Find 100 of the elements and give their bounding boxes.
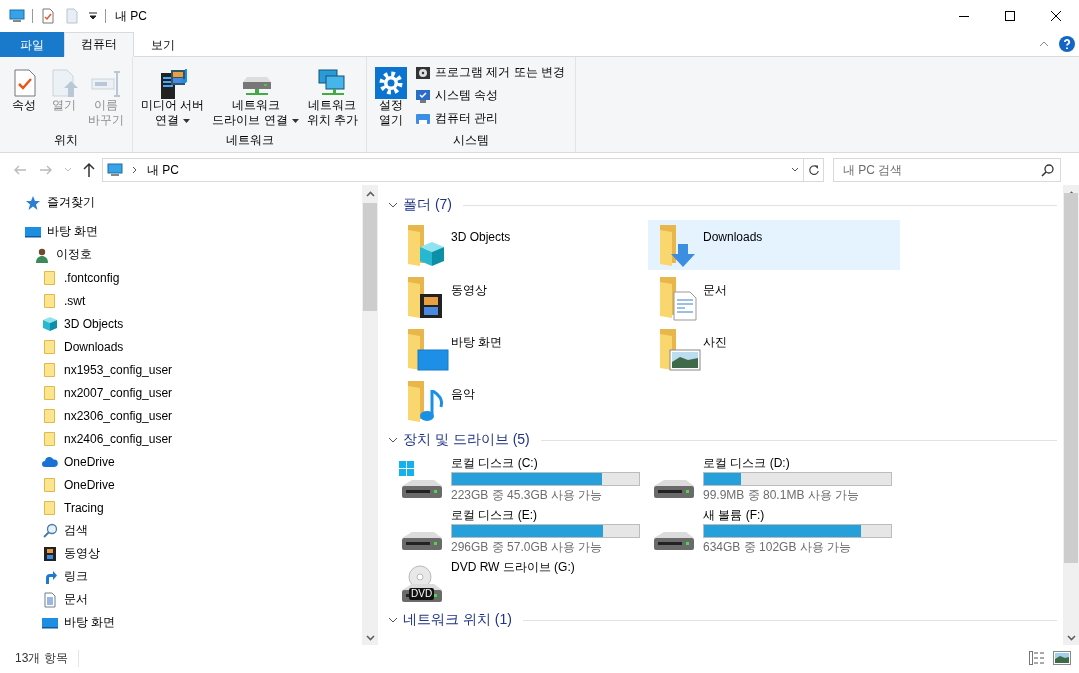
- search-icon[interactable]: [1041, 163, 1055, 177]
- tree-item[interactable]: 바탕 화면: [47, 223, 99, 240]
- scrollbar-thumb[interactable]: [363, 203, 377, 311]
- group-header[interactable]: 장치 및 드라이브 (5): [403, 431, 530, 449]
- refresh-button[interactable]: [804, 158, 824, 182]
- folder-icon: [42, 269, 58, 286]
- drive-type-label: DVD: [409, 588, 435, 600]
- folder-name[interactable]: 사진: [703, 324, 727, 351]
- tree-item[interactable]: 동영상: [64, 545, 100, 562]
- drive-name[interactable]: 로컬 디스크 (C:): [451, 456, 640, 471]
- caret-up-icon[interactable]: [1039, 41, 1049, 47]
- ribbon-button[interactable]: 속성: [4, 61, 44, 113]
- group-label: 시스템: [453, 133, 490, 147]
- folder-name[interactable]: 음악: [451, 376, 475, 403]
- chevron-up-icon[interactable]: [365, 191, 375, 197]
- computer-icon: [107, 162, 123, 178]
- chevron-down-icon[interactable]: [388, 617, 398, 623]
- drive-name[interactable]: 새 볼륨 (F:): [703, 508, 892, 523]
- tree-item[interactable]: 이정호: [55, 246, 92, 263]
- ribbon-button[interactable]: 시스템 속성: [415, 84, 572, 107]
- tree-item[interactable]: .swt: [64, 293, 86, 308]
- group-header[interactable]: 네트워크 위치 (1): [403, 611, 512, 629]
- monitor-check-icon: [415, 87, 432, 104]
- drive-name[interactable]: 로컬 디스크 (E:): [451, 508, 640, 523]
- tree-item[interactable]: nx2406_config_user: [64, 431, 173, 446]
- chevron-icon[interactable]: [131, 166, 139, 174]
- disc-box-icon: [415, 64, 432, 81]
- chevron-down-icon[interactable]: [365, 635, 375, 641]
- large-icons-view-icon[interactable]: [1053, 651, 1071, 665]
- desktop-folder-icon: [406, 326, 450, 374]
- scrollbar[interactable]: [362, 185, 378, 645]
- scrollbar[interactable]: [1063, 185, 1079, 645]
- star-icon: [25, 194, 41, 211]
- ribbon-button[interactable]: 프로그램 제거 또는 변경: [415, 61, 572, 84]
- folder-name[interactable]: 문서: [703, 272, 727, 299]
- group-label: 위치: [54, 133, 78, 147]
- chevron-down-icon[interactable]: [1066, 635, 1076, 641]
- help-icon[interactable]: [1059, 36, 1075, 52]
- folder-icon: [42, 338, 58, 355]
- tree-item[interactable]: 문서: [64, 591, 88, 608]
- ribbon-button[interactable]: 네트워크 드라이브 연결: [208, 61, 303, 128]
- folder-name[interactable]: Downloads: [703, 220, 763, 244]
- folder-tile[interactable]: Downloads: [648, 220, 900, 270]
- address-field[interactable]: 내 PC: [102, 158, 804, 182]
- folder-icon: [42, 430, 58, 447]
- tree-item[interactable]: 검색: [64, 522, 88, 539]
- tree-item[interactable]: 링크: [64, 568, 88, 585]
- folder-name[interactable]: 3D Objects: [451, 220, 511, 244]
- film-icon: [42, 545, 58, 562]
- tree-item[interactable]: nx1953_config_user: [64, 362, 173, 377]
- document-icon: [42, 591, 58, 608]
- folder-icon: [42, 292, 58, 309]
- tree-item[interactable]: nx2007_config_user: [64, 385, 173, 400]
- group-label: 네트워크: [225, 133, 274, 147]
- ribbon-button[interactable]: 설정 열기: [371, 61, 412, 128]
- tree-item[interactable]: 바탕 화면: [64, 614, 116, 631]
- computer-icon[interactable]: [9, 8, 25, 24]
- document-check-icon[interactable]: [40, 8, 56, 24]
- search-field[interactable]: 내 PC 검색: [833, 158, 1061, 182]
- dropdown-icon[interactable]: [791, 167, 799, 173]
- drive-capacity: 99.9MB 중 80.1MB 사용 가능: [703, 488, 861, 503]
- chevron-down-icon[interactable]: [388, 202, 398, 208]
- close-icon: [1050, 10, 1062, 22]
- tree-item[interactable]: Downloads: [64, 339, 124, 354]
- tree-item[interactable]: OneDrive: [64, 454, 115, 469]
- folder-name[interactable]: 바탕 화면: [451, 324, 503, 351]
- dropdown-icon[interactable]: [88, 11, 98, 21]
- ribbon-tab[interactable]: 파일: [0, 32, 64, 57]
- user-icon: [33, 246, 50, 263]
- settings-icon: [375, 67, 408, 99]
- tree-item[interactable]: Tracing: [64, 500, 104, 515]
- drive-capacity: 634GB 중 102GB 사용 가능: [703, 540, 853, 555]
- ribbon-button[interactable]: 미디어 서버 연결: [137, 61, 209, 128]
- tree-item[interactable]: .fontconfig: [64, 270, 120, 285]
- tree-item[interactable]: OneDrive: [64, 477, 115, 492]
- chevron-down-icon[interactable]: [388, 437, 398, 443]
- ribbon-button[interactable]: 컴퓨터 관리: [415, 107, 572, 130]
- refresh-icon: [807, 164, 820, 176]
- breadcrumb[interactable]: 내 PC: [147, 161, 179, 179]
- tree-item[interactable]: nx2306_config_user: [64, 408, 173, 423]
- details-view-icon[interactable]: [1029, 651, 1045, 665]
- drive-name[interactable]: DVD RW 드라이브 (G:): [451, 560, 575, 575]
- folder-icon: [42, 499, 58, 516]
- item-count: 13개 항목: [15, 649, 79, 667]
- ribbon-tab[interactable]: 보기: [134, 32, 192, 57]
- ribbon-tab[interactable]: 컴퓨터: [64, 32, 134, 57]
- tree-item[interactable]: 즐겨찾기: [47, 194, 95, 211]
- folder-icon: [42, 407, 58, 424]
- ribbon-button[interactable]: 네트워크 위치 추가: [302, 61, 363, 128]
- drive-name[interactable]: 로컬 디스크 (D:): [703, 456, 892, 471]
- folder-icon: [42, 476, 58, 493]
- scrollbar-thumb[interactable]: [1064, 193, 1078, 563]
- picture-folder-icon: [658, 326, 702, 374]
- folder-icon: [42, 361, 58, 378]
- up-icon[interactable]: [82, 162, 96, 178]
- folder-name[interactable]: 동영상: [451, 272, 487, 299]
- maximize-icon: [1004, 10, 1016, 22]
- tree-item[interactable]: 3D Objects: [64, 316, 124, 331]
- drive-capacity: 223GB 중 45.3GB 사용 가능: [451, 488, 604, 503]
- group-header[interactable]: 폴더 (7): [403, 196, 452, 214]
